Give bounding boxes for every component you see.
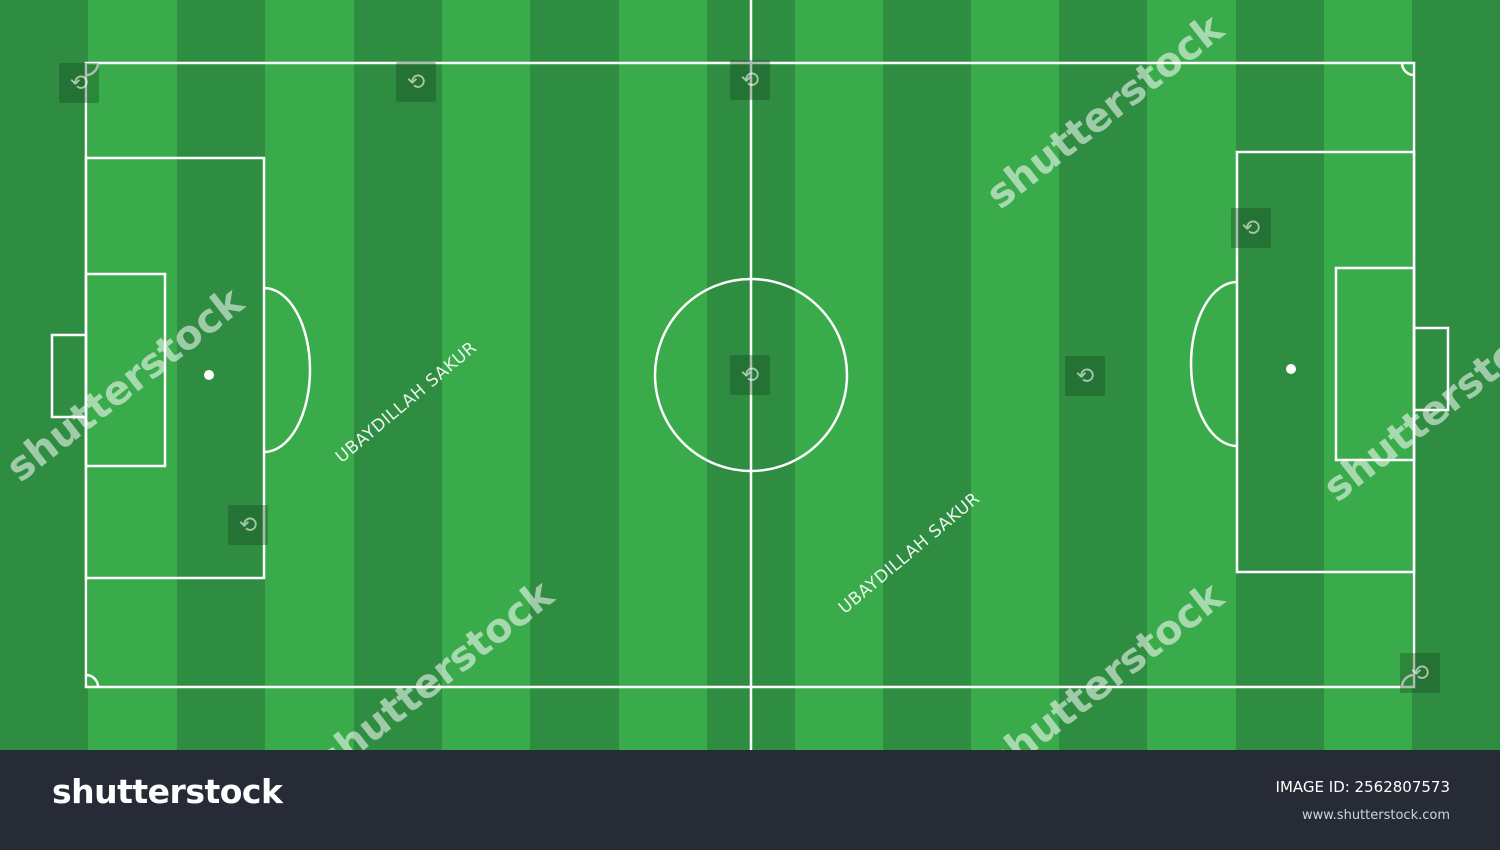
grass-stripe	[0, 0, 88, 750]
site-url: www.shutterstock.com	[1301, 808, 1450, 823]
watermark-icon: ⟲	[1400, 653, 1440, 693]
grass-stripe	[795, 0, 883, 750]
left-penalty-spot	[204, 370, 214, 380]
watermark-icon: ⟲	[730, 355, 770, 395]
stock-footer-bar: shutterstock IMAGE ID: 2562807573 www.sh…	[0, 750, 1500, 850]
image-id-label: IMAGE ID: 2562807573	[1275, 778, 1450, 796]
grass-stripe	[883, 0, 971, 750]
watermark-icon: ⟲	[1065, 356, 1105, 396]
grass-stripe	[1236, 0, 1324, 750]
shutterstock-logo: shutterstock	[52, 772, 283, 811]
watermark-icon: ⟲	[730, 60, 770, 100]
right-penalty-spot	[1286, 364, 1296, 374]
grass-stripe	[619, 0, 707, 750]
grass-stripe	[530, 0, 619, 750]
grass-stripe	[971, 0, 1059, 750]
football-pitch: ⟲ ⟲ ⟲ ⟲ ⟲ ⟲ ⟲ ⟲ UBAYDILLAH SAKUR UBAYDIL…	[0, 0, 1500, 750]
watermark-icon: ⟲	[396, 62, 436, 102]
grass-stripe	[177, 0, 265, 750]
watermark-icon: ⟲	[228, 505, 268, 545]
watermark-icon: ⟲	[1231, 208, 1271, 248]
watermark-icon: ⟲	[59, 63, 99, 103]
